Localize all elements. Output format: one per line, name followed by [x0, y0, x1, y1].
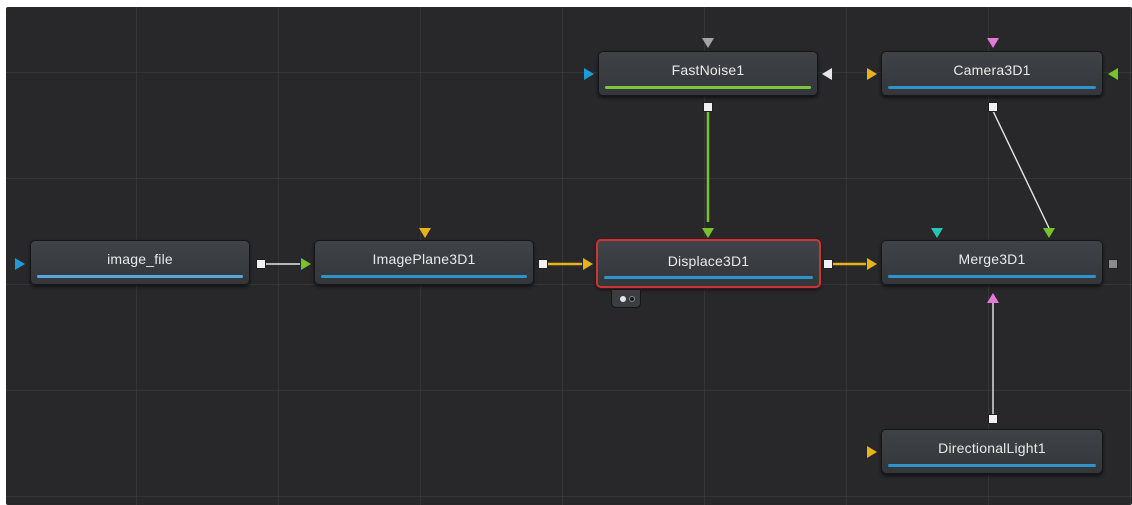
input-arrow-icon[interactable] — [1108, 68, 1118, 80]
flow-node-editor[interactable]: image_file ImagePlane3D1 Displace3D1 Mer… — [6, 7, 1132, 505]
node-label: FastNoise1 — [671, 62, 745, 78]
output-port-directionallight1[interactable] — [988, 414, 998, 424]
node-label: ImagePlane3D1 — [372, 251, 476, 267]
input-arrow-icon[interactable] — [987, 38, 999, 48]
node-merge3d1[interactable]: Merge3D1 — [881, 240, 1103, 285]
wire-camera-to-merge — [992, 110, 1050, 229]
node-status-bar — [321, 275, 527, 278]
output-port-merge3d1[interactable] — [1108, 259, 1118, 269]
extra-inputs-toggle[interactable] — [611, 289, 641, 308]
node-displace3d1[interactable]: Displace3D1 — [596, 239, 821, 288]
node-status-bar — [37, 275, 243, 278]
node-status-bar — [888, 464, 1096, 467]
output-port-camera3d1[interactable] — [988, 102, 998, 112]
node-imageplane3d1[interactable]: ImagePlane3D1 — [314, 240, 534, 285]
input-arrow-icon[interactable] — [301, 258, 311, 270]
node-camera3d1[interactable]: Camera3D1 — [881, 51, 1103, 96]
input-arrow-icon[interactable] — [1043, 228, 1055, 238]
input-arrow-icon[interactable] — [583, 258, 593, 270]
node-label: Merge3D1 — [958, 251, 1026, 267]
output-port-fastnoise1[interactable] — [703, 102, 713, 112]
node-label: DirectionalLight1 — [938, 440, 1046, 456]
output-port-displace3d1[interactable] — [823, 259, 833, 269]
extra-input-dot[interactable] — [629, 296, 635, 302]
output-port-image-file[interactable] — [256, 259, 266, 269]
input-arrow-icon[interactable] — [867, 446, 877, 458]
input-arrow-icon[interactable] — [419, 228, 431, 238]
node-fastnoise1[interactable]: FastNoise1 — [598, 51, 818, 96]
node-directionallight1[interactable]: DirectionalLight1 — [881, 429, 1103, 474]
node-label: Displace3D1 — [667, 253, 750, 269]
input-arrow-icon[interactable] — [15, 258, 25, 270]
input-arrow-icon[interactable] — [822, 68, 832, 80]
input-arrow-icon[interactable] — [931, 228, 943, 238]
node-label: image_file — [107, 251, 173, 267]
extra-input-dot[interactable] — [620, 296, 626, 302]
input-arrow-icon[interactable] — [702, 38, 714, 48]
node-label: Camera3D1 — [953, 62, 1031, 78]
node-status-bar — [888, 275, 1096, 278]
node-status-bar — [888, 86, 1096, 89]
output-port-imageplane3d1[interactable] — [538, 259, 548, 269]
node-status-bar — [605, 86, 811, 89]
input-arrow-icon[interactable] — [584, 68, 594, 80]
input-arrow-icon[interactable] — [867, 68, 877, 80]
input-arrow-icon[interactable] — [867, 258, 877, 270]
input-arrow-icon[interactable] — [702, 228, 714, 238]
node-status-bar — [604, 276, 813, 279]
node-image-file[interactable]: image_file — [30, 240, 250, 285]
input-arrow-icon[interactable] — [987, 293, 999, 303]
